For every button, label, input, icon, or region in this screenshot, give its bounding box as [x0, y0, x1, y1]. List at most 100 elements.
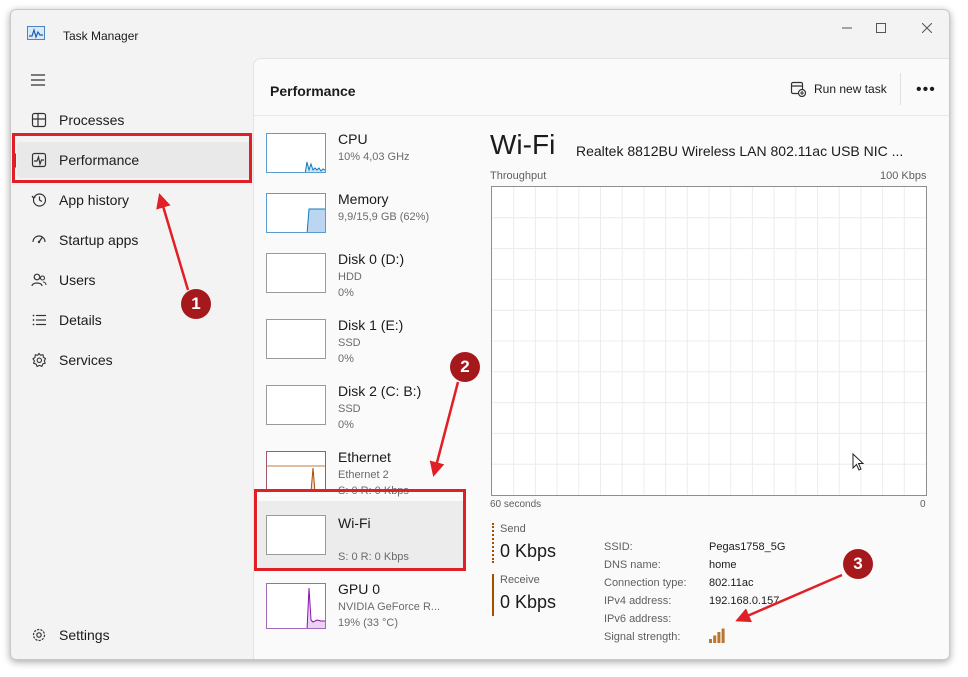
device-name: Disk 2 (C: B:) [338, 383, 422, 399]
window-title: Task Manager [63, 29, 139, 43]
close-button[interactable] [909, 16, 945, 40]
x-axis-start-label: 60 seconds [490, 499, 542, 510]
minimize-icon [842, 27, 852, 29]
throughput-graph [491, 186, 927, 496]
services-icon [32, 352, 47, 368]
mouse-cursor-icon [852, 453, 865, 471]
send-label: Send [500, 523, 526, 535]
users-icon [31, 273, 47, 287]
disk-2-thumbnail [266, 385, 326, 425]
receive-stat: Receive 0 Kbps [492, 574, 592, 616]
send-indicator [492, 523, 494, 563]
adapter-name: Realtek 8812BU Wireless LAN 802.11ac USB… [576, 143, 904, 159]
signal-bar [721, 628, 725, 643]
highlight-box-wifi [254, 489, 466, 571]
annotation-badge-1: 1 [181, 289, 211, 319]
ethernet-thumbnail [266, 451, 326, 491]
annotation-badge-3: 3 [843, 549, 873, 579]
ipv4-value: 192.168.0.157 [709, 595, 780, 607]
send-stat: Send 0 Kbps [492, 523, 592, 563]
hamburger-menu-icon[interactable] [29, 72, 49, 88]
sidebar-item-label: Details [59, 312, 102, 328]
sidebar-item-app-history[interactable]: App history [17, 182, 253, 218]
ssid-value: Pegas1758_5G [709, 541, 786, 553]
sidebar-item-services[interactable]: Services [17, 342, 253, 378]
processes-icon [31, 112, 47, 128]
device-name: Memory [338, 191, 389, 207]
highlight-box-performance [12, 133, 252, 183]
device-item-cpu[interactable]: CPU 10% 4,03 GHz [266, 131, 466, 193]
cpu-thumbnail [266, 133, 326, 173]
title-bar: Task Manager [11, 10, 949, 54]
sidebar-item-settings[interactable]: Settings [17, 617, 253, 653]
ipv6-label: IPv6 address: [604, 613, 672, 625]
task-manager-app-icon [27, 26, 45, 40]
header-divider [900, 73, 901, 105]
receive-value: 0 Kbps [500, 592, 557, 612]
device-name: Disk 1 (E:) [338, 317, 404, 333]
connection-type-label: Connection type: [604, 577, 687, 589]
sidebar-item-label: Services [59, 352, 113, 368]
device-detail: NVIDIA GeForce R... [338, 601, 441, 613]
device-item-gpu-0[interactable]: GPU 0 NVIDIA GeForce R... 19% (33 °C) [266, 581, 466, 643]
throughput-max-label: 100 Kbps [880, 170, 927, 182]
device-item-disk-1[interactable]: Disk 1 (E:) SSD 0% [266, 317, 466, 379]
memory-thumbnail [266, 193, 326, 233]
disk-0-thumbnail [266, 253, 326, 293]
run-new-task-button[interactable]: Run new task [790, 81, 887, 97]
sidebar-item-users[interactable]: Users [17, 262, 253, 298]
dns-name-label: DNS name: [604, 559, 661, 571]
device-item-memory[interactable]: Memory 9,9/15,9 GB (62%) [266, 191, 466, 253]
signal-bar [717, 632, 721, 643]
throughput-label: Throughput [490, 170, 547, 182]
sidebar-item-label: Users [59, 272, 96, 288]
device-usage: 19% (33 °C) [338, 617, 399, 629]
sidebar-item-details[interactable]: Details [17, 302, 253, 338]
run-task-icon [790, 81, 806, 97]
device-item-disk-0[interactable]: Disk 0 (D:) HDD 0% [266, 251, 466, 313]
signal-strength-icon [709, 628, 725, 643]
ssid-label: SSID: [604, 541, 633, 553]
maximize-button[interactable] [863, 16, 899, 40]
device-name: Ethernet [338, 449, 391, 465]
device-detail: SSD [338, 337, 361, 349]
device-name: CPU [338, 131, 368, 147]
device-item-disk-2[interactable]: Disk 2 (C: B:) SSD 0% [266, 383, 466, 445]
ipv4-label: IPv4 address: [604, 595, 672, 607]
device-name: Disk 0 (D:) [338, 251, 405, 267]
device-detail: SSD [338, 403, 361, 415]
sidebar-item-label: Settings [59, 627, 110, 643]
annotation-badge-2: 2 [450, 352, 480, 382]
minimize-button[interactable] [829, 16, 865, 40]
device-usage: 0% [338, 353, 354, 365]
sidebar-item-label: Startup apps [59, 232, 139, 248]
device-detail: Ethernet 2 [338, 469, 389, 481]
signal-bar [709, 639, 712, 643]
details-icon [32, 314, 46, 326]
header-separator [254, 115, 949, 116]
graph-grid [492, 187, 926, 495]
receive-label: Receive [500, 574, 540, 586]
sidebar-item-label: App history [59, 192, 130, 208]
signal-strength-label: Signal strength: [604, 631, 681, 643]
sidebar-item-startup-apps[interactable]: Startup apps [17, 222, 253, 258]
x-axis-end-label: 0 [920, 499, 926, 510]
device-title: Wi-Fi [490, 129, 556, 160]
page-title: Performance [270, 83, 356, 99]
history-icon [31, 193, 47, 207]
close-icon [922, 23, 932, 33]
device-detail: 10% 4,03 GHz [338, 151, 410, 163]
startup-icon [32, 235, 46, 244]
device-usage: 0% [338, 287, 354, 299]
send-value: 0 Kbps [500, 541, 557, 561]
signal-bar [713, 635, 717, 643]
more-options-icon[interactable]: ••• [916, 81, 936, 99]
gear-icon [32, 628, 46, 642]
dns-name-value: home [709, 559, 737, 571]
device-usage: 0% [338, 419, 354, 431]
device-detail: HDD [338, 271, 362, 283]
disk-1-thumbnail [266, 319, 326, 359]
task-manager-window: Task Manager Processes Performance App h… [10, 9, 950, 660]
maximize-icon [876, 23, 886, 33]
receive-indicator [492, 574, 494, 616]
